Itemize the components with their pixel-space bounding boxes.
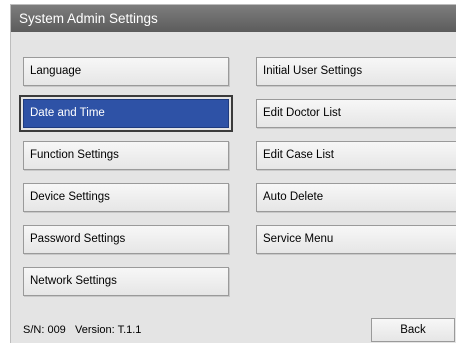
language-button[interactable]: Language <box>23 57 229 86</box>
password-settings-button[interactable]: Password Settings <box>23 225 229 254</box>
window-title: System Admin Settings <box>11 5 456 32</box>
service-menu-button[interactable]: Service Menu <box>256 225 456 254</box>
device-settings-button[interactable]: Device Settings <box>23 183 229 212</box>
network-settings-button[interactable]: Network Settings <box>23 267 229 296</box>
back-button[interactable]: Back <box>371 318 455 342</box>
auto-delete-button[interactable]: Auto Delete <box>256 183 456 212</box>
edit-doctor-list-button[interactable]: Edit Doctor List <box>256 99 456 128</box>
settings-window: System Admin Settings Language Date and … <box>10 4 456 343</box>
serial-version-text: S/N: 009 Version: T.1.1 <box>23 324 142 336</box>
function-settings-button[interactable]: Function Settings <box>23 141 229 170</box>
edit-case-list-button[interactable]: Edit Case List <box>256 141 456 170</box>
initial-user-settings-button[interactable]: Initial User Settings <box>256 57 456 86</box>
date-and-time-button[interactable]: Date and Time <box>19 95 233 132</box>
